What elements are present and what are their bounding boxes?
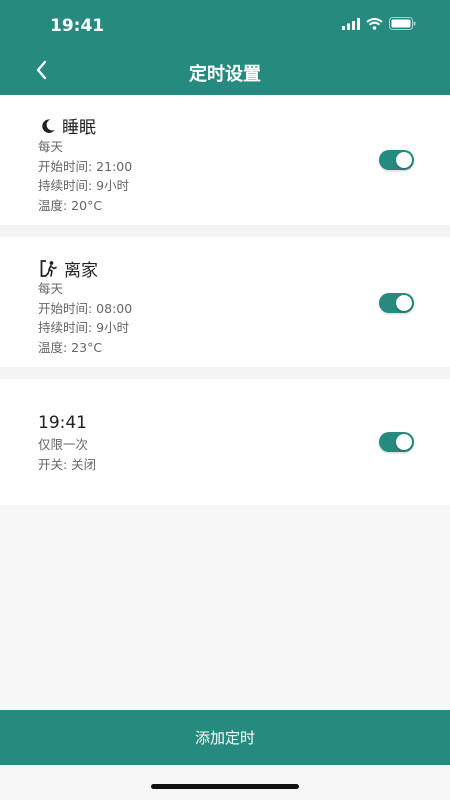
schedule-title: 离家 [64, 261, 98, 281]
schedule-title: 19:41 [38, 413, 87, 433]
schedule-temperature: 温度: 20°C [38, 197, 103, 213]
schedule-card-once[interactable]: 19:41 仅限一次 开关: 关闭 [0, 379, 450, 505]
divider [0, 367, 450, 379]
signal-icon [342, 17, 360, 30]
schedule-details: 每天 开始时间: 21:00 持续时间: 9小时 温度: 20°C [38, 137, 132, 215]
add-schedule-button[interactable]: 添加定时 [0, 710, 450, 765]
schedule-temperature: 温度: 23°C [38, 339, 103, 355]
toggle-knob [396, 434, 412, 450]
schedule-card-away[interactable]: 离家 每天 开始时间: 08:00 持续时间: 9小时 温度: 23°C [0, 237, 450, 367]
schedule-title: 睡眠 [62, 118, 96, 138]
schedule-repeat: 仅限一次 [38, 437, 89, 452]
schedule-title-row: 19:41 [38, 413, 87, 433]
status-time: 19:41 [50, 16, 105, 36]
schedule-duration: 持续时间: 9小时 [38, 320, 130, 335]
home-indicator [151, 784, 299, 789]
schedule-toggle[interactable] [379, 432, 414, 452]
toggle-knob [396, 152, 412, 168]
schedule-switch-state: 开关: 关闭 [38, 456, 97, 472]
toggle-knob [396, 295, 412, 311]
schedule-card-sleep[interactable]: 睡眠 每天 开始时间: 21:00 持续时间: 9小时 温度: 20°C [0, 95, 450, 225]
schedule-repeat: 每天 [38, 139, 64, 154]
app-header: 19:41 定时设置 [0, 0, 450, 95]
exit-person-icon [40, 260, 57, 277]
battery-icon [389, 17, 416, 30]
schedule-title-row: 睡眠 [40, 113, 96, 138]
schedule-details: 每天 开始时间: 08:00 持续时间: 9小时 温度: 23°C [38, 279, 132, 357]
schedule-duration: 持续时间: 9小时 [38, 178, 130, 193]
divider [0, 225, 450, 237]
status-icons [342, 17, 416, 30]
moon-icon [42, 118, 55, 133]
schedule-toggle[interactable] [379, 293, 414, 313]
schedule-start-time: 开始时间: 08:00 [38, 300, 133, 316]
page-title: 定时设置 [189, 64, 261, 85]
schedule-repeat: 每天 [38, 281, 64, 296]
schedule-title-row: 离家 [40, 256, 98, 281]
wifi-icon [366, 17, 383, 30]
schedule-toggle[interactable] [379, 150, 414, 170]
schedule-details: 仅限一次 开关: 关闭 [38, 435, 96, 474]
schedule-start-time: 开始时间: 21:00 [38, 158, 133, 174]
